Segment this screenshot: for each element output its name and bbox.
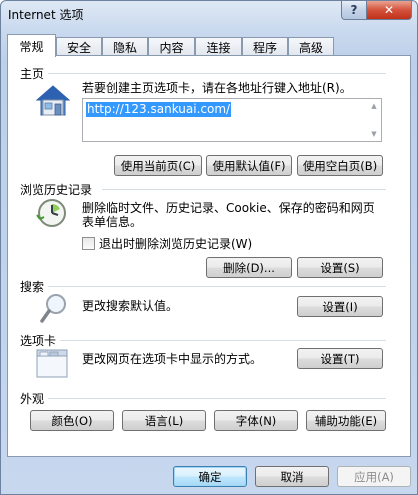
title-bar[interactable]: Internet 选项 ? ✕ (1, 1, 417, 27)
fonts-button[interactable]: 字体(N) (214, 410, 298, 431)
window-title: Internet 选项 (8, 8, 84, 22)
accessibility-button[interactable]: 辅助功能(E) (306, 410, 386, 431)
close-button[interactable]: ✕ (366, 1, 412, 20)
tab-privacy[interactable]: 隐私 (102, 37, 148, 56)
home-instruction: 若要创建主页选项卡，请在各地址行键入地址(R)。 (82, 81, 352, 95)
home-section-title: 主页 (20, 67, 45, 81)
history-clock-icon (36, 199, 66, 227)
divider (102, 189, 386, 190)
history-settings-button[interactable]: 设置(S) (297, 257, 383, 278)
tab-connections[interactable]: 连接 (195, 37, 242, 56)
search-description: 更改搜索默认值。 (82, 299, 179, 313)
use-default-button[interactable]: 使用默认值(F) (206, 155, 292, 176)
history-description-line1: 删除临时文件、历史记录、Cookie、保存的密码和网页 (82, 201, 375, 215)
colors-button[interactable]: 颜色(O) (30, 410, 114, 431)
delete-on-exit-label: 退出时删除浏览历史记录(W) (99, 237, 253, 251)
history-description-line2: 表单信息。 (82, 215, 143, 229)
tab-security[interactable]: 安全 (56, 37, 102, 56)
tabs-icon (36, 349, 68, 378)
delete-history-button[interactable]: 删除(D)... (206, 257, 292, 278)
scroll-up-icon[interactable]: ▲ (369, 101, 379, 111)
divider (48, 286, 386, 287)
help-icon: ? (350, 3, 358, 17)
tab-advanced[interactable]: 高级 (288, 37, 334, 56)
divider (48, 73, 386, 74)
tab-general[interactable]: 常规 (7, 34, 56, 57)
home-icon (35, 85, 71, 116)
search-settings-button[interactable]: 设置(I) (297, 296, 383, 317)
history-section-title: 浏览历史记录 (20, 183, 93, 197)
help-button[interactable]: ? (341, 1, 367, 20)
apply-button[interactable]: 应用(A) (337, 466, 411, 487)
tabs-description: 更改网页在选项卡中显示的方式。 (82, 352, 263, 366)
search-icon (40, 294, 66, 323)
cancel-button[interactable]: 取消 (255, 466, 329, 487)
general-tab-panel: 主页 若要创建主页选项卡，请在各地址行键入地址(R)。 http://123.s… (7, 55, 411, 457)
tab-strip: 常规 安全 隐私 内容 连接 程序 高级 (7, 34, 411, 57)
tab-content[interactable]: 内容 (148, 37, 195, 56)
tabs-settings-button[interactable]: 设置(T) (297, 348, 383, 369)
divider (48, 398, 386, 399)
languages-button[interactable]: 语言(L) (122, 410, 206, 431)
home-address-input[interactable]: http://123.sankuai.com/ ▲ ▼ (82, 98, 382, 142)
tab-programs[interactable]: 程序 (242, 37, 288, 56)
divider (60, 340, 386, 341)
use-current-button[interactable]: 使用当前页(C) (114, 155, 202, 176)
home-address-value: http://123.sankuai.com/ (86, 102, 232, 117)
delete-on-exit-checkbox[interactable] (82, 237, 95, 250)
scroll-down-icon[interactable]: ▼ (369, 129, 379, 139)
close-icon: ✕ (383, 3, 395, 17)
use-blank-button[interactable]: 使用空白页(B) (297, 155, 383, 176)
appearance-section-title: 外观 (20, 392, 45, 406)
ok-button[interactable]: 确定 (173, 466, 247, 487)
internet-options-dialog: Internet 选项 ? ✕ 常规 安全 隐私 内容 连接 程序 高级 主页 … (0, 0, 418, 495)
